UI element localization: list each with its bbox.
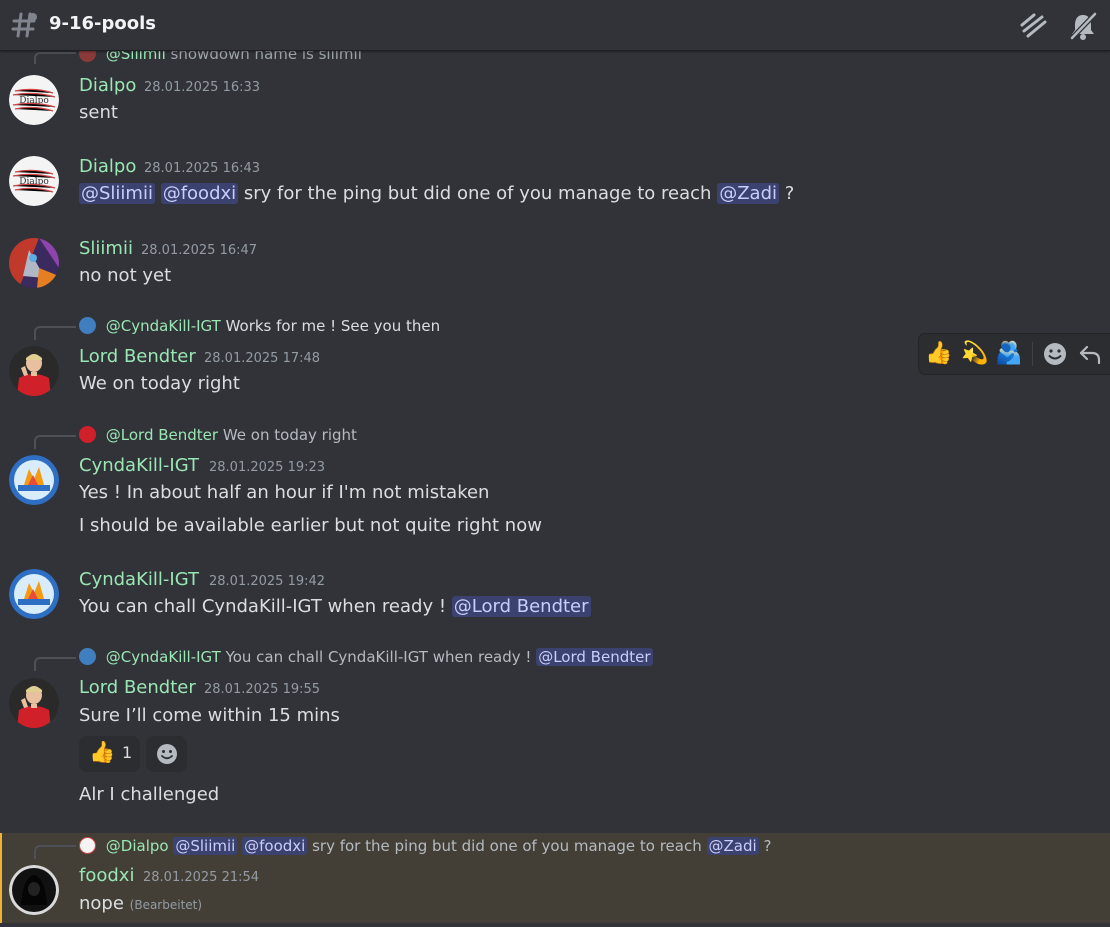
reply-preview[interactable]: @CyndaKill-IGT Works for me ! See you th… (79, 317, 440, 335)
timestamp[interactable]: 28.01.2025 19:42 (209, 574, 325, 589)
quick-reaction-thumbs-up[interactable]: 👍 (925, 340, 953, 368)
reply-spine (34, 845, 76, 859)
avatar-label: Dialpo (19, 177, 49, 187)
mention-highlight-bar (0, 833, 2, 923)
message-list: @Sliimii showdown name is sliimii Dialpo… (0, 50, 1110, 927)
avatar-label: Dialpo (19, 96, 49, 106)
add-reaction-button[interactable] (146, 736, 187, 772)
username[interactable]: Dialpo (79, 75, 136, 96)
timestamp[interactable]: 28.01.2025 16:33 (144, 80, 260, 95)
avatar[interactable] (9, 238, 59, 288)
channel-header: 9-16-pools (0, 0, 1110, 51)
reply-preview[interactable]: @Dialpo @Sliimii @foodxi sry for the pin… (79, 837, 771, 855)
username[interactable]: Lord Bendter (79, 677, 196, 698)
message-text: Sure I’ll come within 15 mins (79, 705, 340, 726)
avatar (79, 426, 96, 443)
quick-reaction-dizzy[interactable]: 💫 (961, 340, 989, 368)
hashtag-icon (11, 11, 39, 43)
timestamp[interactable]: 28.01.2025 16:47 (141, 243, 257, 258)
reply-spine (34, 52, 76, 64)
reply-preview[interactable]: @Lord Bendter We on today right (79, 426, 357, 444)
user-mention[interactable]: @Sliimii (173, 837, 238, 855)
message-text: We on today right (79, 373, 240, 394)
avatar[interactable] (9, 346, 59, 396)
user-mention[interactable]: @Lord Bendter (536, 648, 653, 666)
timestamp[interactable]: 28.01.2025 17:48 (204, 351, 320, 366)
message-text: @Sliimii @foodxi sry for the ping but di… (79, 183, 795, 204)
avatar (79, 837, 96, 854)
username[interactable]: CyndaKill-IGT (79, 569, 199, 590)
add-reaction-icon[interactable] (1041, 340, 1069, 368)
reply-preview[interactable]: @Sliimii showdown name is sliimii (79, 50, 362, 63)
reply-spine (34, 435, 76, 449)
reply-spine (34, 326, 76, 340)
timestamp[interactable]: 28.01.2025 16:43 (144, 161, 260, 176)
message-hover-toolbar: 👍 💫 🫂 (919, 334, 1110, 374)
username[interactable]: CyndaKill-IGT (79, 455, 199, 476)
user-mention[interactable]: @foodxi (242, 837, 308, 855)
channel-name: 9-16-pools (49, 13, 157, 34)
avatar[interactable]: Dialpo (9, 156, 59, 206)
reply-spine (34, 657, 76, 671)
avatar[interactable] (9, 455, 59, 505)
divider (1032, 342, 1033, 366)
reaction-count: 1 (122, 743, 133, 762)
message-text: Alr I challenged (79, 784, 220, 805)
quick-reaction-hug[interactable]: 🫂 (995, 340, 1023, 368)
message-text: sent (79, 102, 118, 123)
username[interactable]: Dialpo (79, 156, 136, 177)
user-mention[interactable]: @Lord Bendter (451, 596, 591, 617)
avatar[interactable] (9, 865, 59, 915)
user-mention[interactable]: @Zadi (717, 183, 779, 204)
reply-icon[interactable] (1076, 340, 1104, 368)
avatar[interactable] (9, 678, 59, 728)
edited-label: (Bearbeitet) (129, 898, 203, 912)
threads-icon[interactable] (1018, 11, 1048, 43)
message-text: You can chall CyndaKill-IGT when ready !… (79, 596, 591, 617)
notification-bell-muted-icon[interactable] (1068, 11, 1098, 45)
add-reaction-icon (155, 742, 179, 770)
user-mention[interactable]: @foodxi (160, 183, 239, 204)
avatar (79, 317, 96, 334)
reaction-thumbs-up[interactable]: 👍 1 (79, 736, 140, 772)
timestamp[interactable]: 28.01.2025 19:55 (204, 682, 320, 697)
username[interactable]: foodxi (79, 865, 134, 886)
avatar[interactable]: Dialpo (9, 75, 59, 125)
avatar (79, 50, 96, 62)
user-mention[interactable]: @Sliimii (79, 183, 155, 204)
reply-preview[interactable]: @CyndaKill-IGT You can chall CyndaKill-I… (79, 648, 653, 666)
avatar[interactable] (9, 569, 59, 619)
timestamp[interactable]: 28.01.2025 19:23 (209, 460, 325, 475)
username[interactable]: Lord Bendter (79, 346, 196, 367)
reaction-emoji: 👍 (89, 740, 116, 764)
message-text: Yes ! In about half an hour if I'm not m… (79, 482, 490, 503)
timestamp[interactable]: 28.01.2025 21:54 (143, 870, 259, 885)
user-mention[interactable]: @Zadi (706, 837, 759, 855)
avatar (79, 648, 96, 665)
message-text: I should be available earlier but not qu… (79, 515, 542, 536)
username[interactable]: Sliimii (79, 238, 133, 259)
message-text: nope (Bearbeitet) (79, 893, 203, 914)
message-text: no not yet (79, 265, 172, 286)
